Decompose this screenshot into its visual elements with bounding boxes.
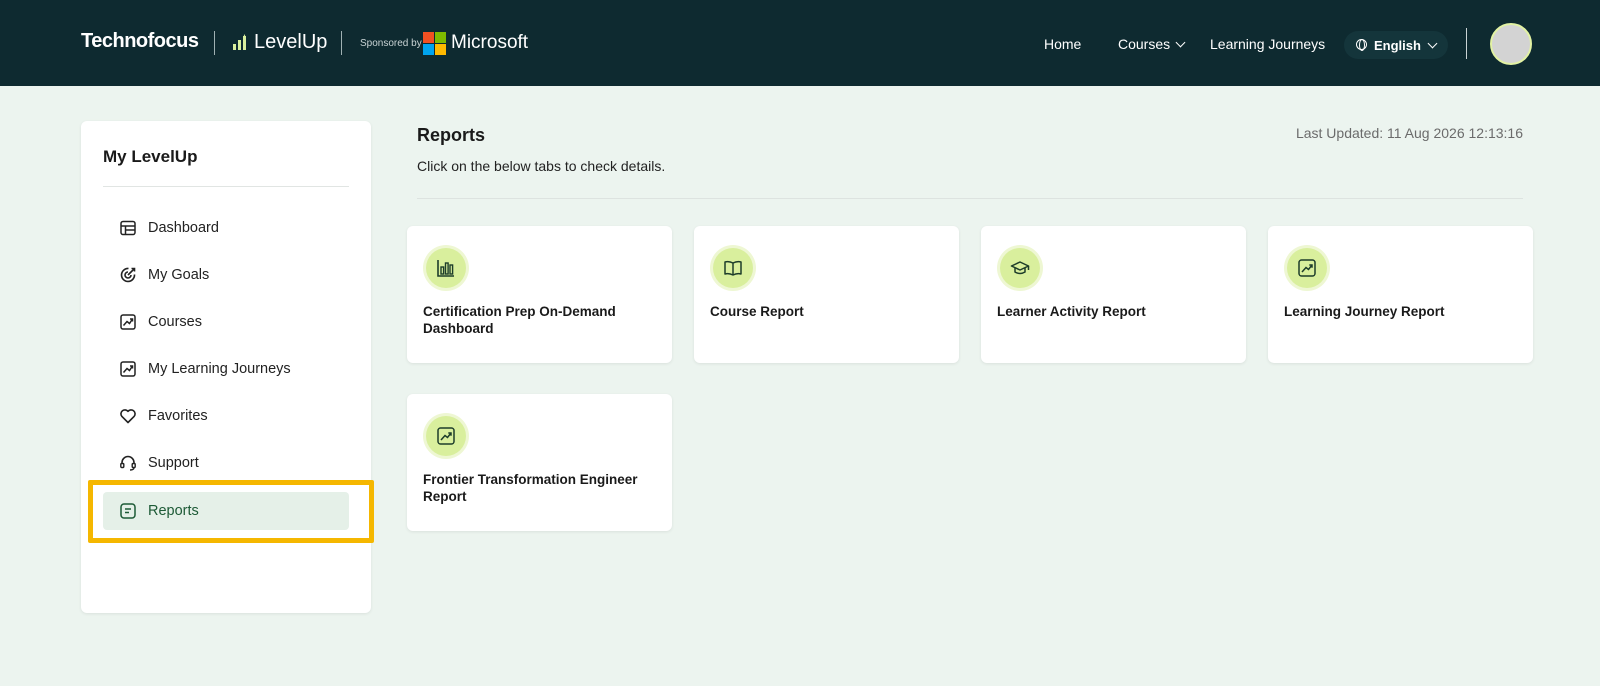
levelup-text: LevelUp: [254, 30, 328, 53]
card-title: Learner Activity Report: [997, 304, 1146, 319]
sidebar-item-label: My Learning Journeys: [148, 361, 291, 377]
top-nav-bar: Technofocus LevelUp Sponsored by Microso…: [0, 0, 1600, 86]
report-card-certification-prep[interactable]: Certification Prep On-Demand Dashboard: [407, 226, 672, 363]
report-card-learner-activity[interactable]: Learner Activity Report: [981, 226, 1246, 363]
sponsored-by-label: Sponsored by: [360, 38, 422, 49]
bar-chart-icon: [426, 248, 466, 288]
chevron-down-icon: [1427, 38, 1438, 49]
headset-icon: [119, 454, 137, 472]
nav-learning-journeys[interactable]: Learning Journeys: [1210, 36, 1325, 52]
page-subtitle: Click on the below tabs to check details…: [417, 158, 666, 174]
sidebar-item-label: Favorites: [148, 408, 208, 424]
sidebar-item-support[interactable]: Support: [103, 444, 349, 482]
report-card-frontier-transformation[interactable]: Frontier Transformation Engineer Report: [407, 394, 672, 531]
chart-image-icon: [119, 360, 137, 378]
sidebar-divider: [103, 186, 349, 187]
content-divider: [417, 198, 1523, 199]
report-card-learning-journey[interactable]: Learning Journey Report: [1268, 226, 1533, 363]
table-icon: [119, 219, 137, 237]
sidebar-item-label: My Goals: [148, 267, 210, 283]
graduation-cap-icon: [1000, 248, 1040, 288]
book-icon: [713, 248, 753, 288]
sidebar-item-favorites[interactable]: Favorites: [103, 397, 349, 435]
sidebar-item-courses[interactable]: Courses: [103, 303, 349, 341]
nav-home[interactable]: Home: [1044, 36, 1081, 52]
technofocus-logo[interactable]: Technofocus: [81, 30, 199, 53]
sidebar-item-my-learning-journeys[interactable]: My Learning Journeys: [103, 350, 349, 388]
sidebar-item-label: Courses: [148, 314, 202, 330]
sidebar-item-my-goals[interactable]: My Goals: [103, 256, 349, 294]
sidebar-item-label: Dashboard: [148, 220, 219, 236]
card-title: Learning Journey Report: [1284, 304, 1445, 319]
header-divider: [214, 31, 215, 55]
heart-icon: [119, 407, 137, 425]
microsoft-logo-icon: [423, 32, 446, 55]
card-title: Course Report: [710, 304, 804, 319]
language-selector[interactable]: English: [1344, 31, 1448, 59]
language-label: English: [1374, 38, 1421, 53]
page-title: Reports: [417, 125, 486, 145]
globe-icon: [1356, 39, 1367, 51]
sidebar-title: My LevelUp: [103, 147, 198, 166]
nav-courses[interactable]: Courses: [1118, 36, 1170, 52]
levelup-logo[interactable]: LevelUp: [232, 30, 327, 54]
highlight-box: [88, 480, 374, 543]
last-updated-timestamp: Last Updated: 11 Aug 2026 12:13:16: [1295, 125, 1523, 141]
header-divider: [1466, 28, 1467, 59]
levelup-bars-icon: [233, 34, 246, 50]
sidebar-item-dashboard[interactable]: Dashboard: [103, 209, 349, 247]
trend-chart-icon: [426, 416, 466, 456]
avatar[interactable]: [1490, 23, 1532, 65]
header-divider: [341, 31, 342, 55]
trend-chart-icon: [1287, 248, 1327, 288]
target-icon: [119, 266, 137, 284]
report-card-course-report[interactable]: Course Report: [694, 226, 959, 363]
chevron-down-icon[interactable]: [1175, 37, 1186, 48]
chart-image-icon: [119, 313, 137, 331]
card-title: Frontier Transformation Engineer Report: [423, 472, 638, 504]
sponsor-name: Microsoft: [451, 32, 529, 53]
card-title: Certification Prep On-Demand Dashboard: [423, 304, 616, 336]
sidebar-item-label: Support: [148, 455, 199, 471]
